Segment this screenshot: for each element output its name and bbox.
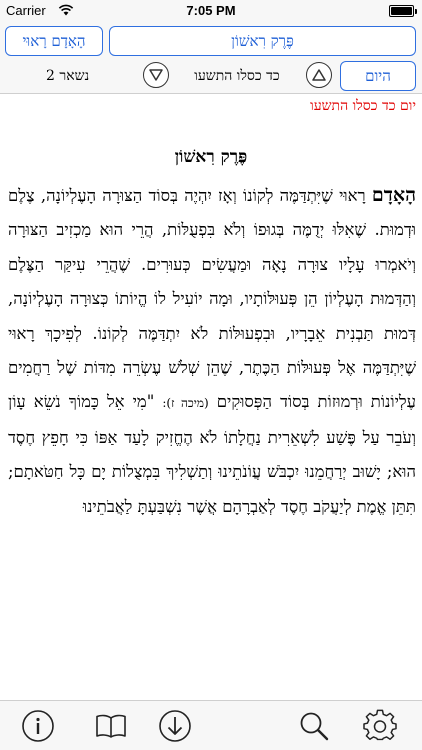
today-button[interactable]: היום [340,61,416,91]
settings-button[interactable] [363,709,397,743]
nav-bar: הָאָדָם רָאוּי פֶּרֶק רִאשׁוֹן [0,22,422,58]
triangle-down-icon [149,69,163,81]
body-text: רָאוּי שֶׁיִּתְדַּמֶּה לְקוֹנוֹ וְאָז יִ… [8,186,416,412]
tab-bar [0,700,422,750]
lead-word: הָאָדָם [371,184,416,206]
triangle-up-icon [312,69,326,81]
battery-icon [389,5,417,17]
download-button[interactable] [158,709,192,743]
clock: 7:05 PM [186,3,236,18]
chapter-select-button[interactable]: פֶּרֶק רִאשׁוֹן [109,26,416,56]
previous-day-button[interactable] [306,62,332,88]
download-icon [159,710,191,742]
info-button[interactable] [21,709,55,743]
search-button[interactable] [297,709,331,743]
next-day-button[interactable] [143,62,169,88]
status-bar: Carrier 7:05 PM [0,0,422,22]
date-heading: יום כד כסלו התשעו [310,98,416,114]
source-reference: (מיכה ז): [162,396,209,411]
info-icon [22,710,54,742]
book-button[interactable] [94,709,128,743]
remaining-count: נשאר 2 [46,67,90,84]
current-date-label: כד כסלו התשעו [194,67,280,84]
chapter-title: פֶּרֶק רִאשׁוֹן [174,147,248,167]
search-icon [300,712,329,741]
book-icon [96,714,126,738]
chapter-name-button[interactable]: הָאָדָם רָאוּי [5,26,103,56]
date-navigation: נשאר 2 כד כסלו התשעו היום [0,58,422,94]
text-body: הָאָדָם רָאוּי שֶׁיִּתְדַּמֶּה לְקוֹנוֹ … [8,178,416,700]
settings-icon [363,709,397,741]
